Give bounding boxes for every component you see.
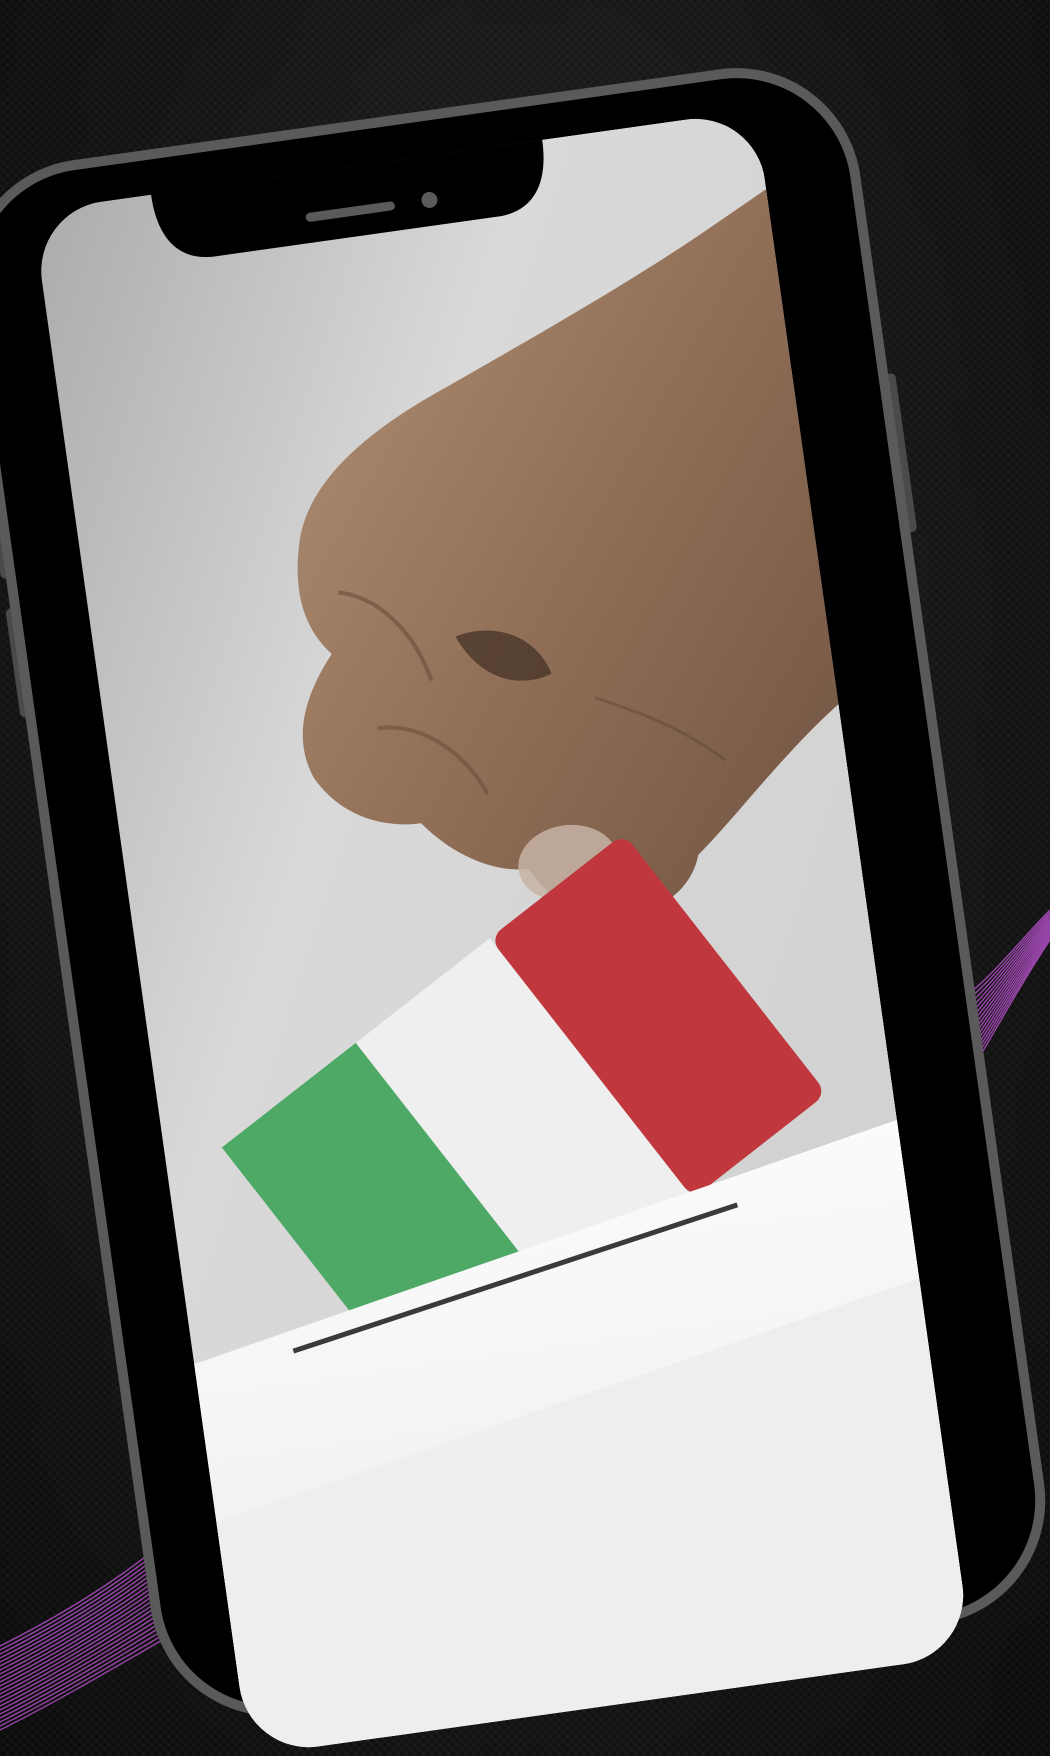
poster-background bbox=[0, 0, 1050, 1756]
phone bbox=[0, 68, 1046, 1756]
